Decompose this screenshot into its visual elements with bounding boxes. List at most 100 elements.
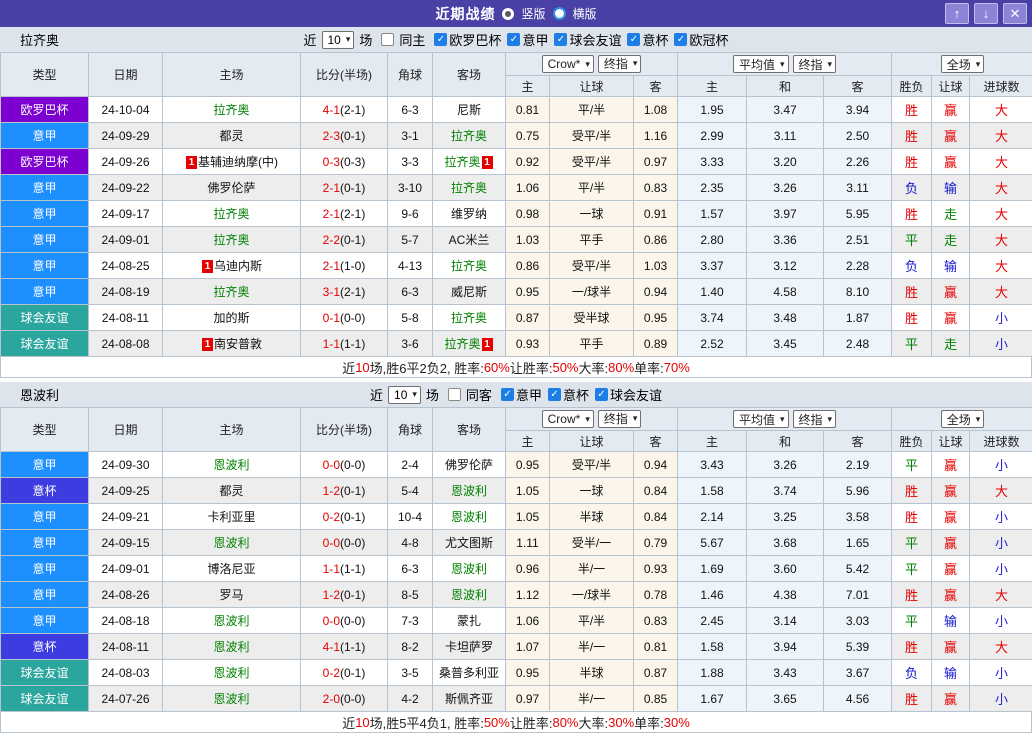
- handicap-line: 平/半: [550, 97, 634, 123]
- league-checkbox[interactable]: ✓: [627, 33, 640, 46]
- away-team-cell: 斯佩齐亚: [433, 686, 506, 712]
- corner-cell: 4-8: [388, 530, 433, 556]
- score-cell: 0-1(0-0): [301, 305, 388, 331]
- league-checkbox[interactable]: ✓: [548, 388, 561, 401]
- header-select[interactable]: 平均值 ▾: [733, 410, 789, 428]
- column-header: 让球: [932, 431, 970, 452]
- vertical-layout-label[interactable]: 竖版: [521, 5, 545, 22]
- header-select[interactable]: 平均值▾: [733, 55, 789, 73]
- column-header: 主: [678, 431, 747, 452]
- handicap-line: 一/球半: [550, 279, 634, 305]
- summary-text: 单率:: [634, 358, 664, 377]
- league-checkbox[interactable]: ✓: [434, 33, 447, 46]
- match-type-cell: 欧罗巴杯: [1, 97, 89, 123]
- home-team-cell: 恩波利: [163, 452, 301, 478]
- avg-odds-away: 5.95: [824, 201, 892, 227]
- arrow-up-icon[interactable]: ↑: [945, 3, 969, 24]
- header-select[interactable]: 终指▾: [598, 55, 642, 73]
- chevron-down-icon: ▾: [412, 389, 417, 400]
- result-outcome: 胜: [892, 686, 932, 712]
- same-venue-label[interactable]: 同客: [466, 385, 492, 404]
- close-icon[interactable]: ✕: [1003, 3, 1027, 24]
- league-checkbox[interactable]: ✓: [501, 388, 514, 401]
- match-type-cell: 意甲: [1, 227, 89, 253]
- handicap-odds-away: 0.84: [634, 504, 678, 530]
- header-select[interactable]: 终指▾: [598, 410, 642, 428]
- recent-count-select[interactable]: 10▾: [388, 386, 421, 404]
- handicap-odds-home: 0.95: [506, 452, 550, 478]
- score-cell: 1-1(1-1): [301, 331, 388, 357]
- result-handicap: 赢: [932, 582, 970, 608]
- league-checkbox[interactable]: ✓: [507, 33, 520, 46]
- filter-controls: 近 10▾ 场 同主 ✓欧罗巴杯✓意甲✓球会友谊✓意杯✓欧冠杯: [303, 30, 728, 49]
- horizontal-layout-label[interactable]: 横版: [573, 5, 597, 22]
- same-venue-label[interactable]: 同主: [399, 30, 425, 49]
- same-venue-checkbox[interactable]: [381, 33, 394, 46]
- home-team-cell: 1基辅迪纳摩(中): [163, 149, 301, 175]
- result-outcome: 胜: [892, 123, 932, 149]
- same-venue-checkbox[interactable]: [448, 388, 461, 401]
- away-team-name: 尤文图斯: [445, 536, 493, 550]
- date-cell: 24-09-01: [89, 227, 163, 253]
- league-checkbox-label[interactable]: 意甲: [516, 385, 542, 404]
- full-time-score: 2-1: [323, 259, 340, 273]
- avg-odds-home: 3.37: [678, 253, 747, 279]
- league-checkbox[interactable]: ✓: [674, 33, 687, 46]
- result-goals: 大: [970, 227, 1032, 253]
- handicap-odds-away: 0.94: [634, 452, 678, 478]
- match-row: 意甲24-08-19拉齐奥3-1(2-1)6-3威尼斯0.95一/球半0.941…: [1, 279, 1032, 305]
- header-dropdown-group: Crow*▾终指▾: [506, 53, 678, 76]
- date-cell: 24-08-11: [89, 305, 163, 331]
- league-checkbox-label[interactable]: 意杯: [563, 385, 589, 404]
- header-select-value: 平均值: [739, 411, 775, 428]
- league-checkbox[interactable]: ✓: [554, 33, 567, 46]
- vertical-layout-radio[interactable]: [502, 8, 514, 20]
- summary-text: 大率:: [579, 713, 609, 732]
- home-team-cell: 加的斯: [163, 305, 301, 331]
- home-team-cell: 都灵: [163, 123, 301, 149]
- summary-text: 30%: [608, 715, 634, 730]
- league-checkbox-label[interactable]: 欧罗巴杯: [449, 30, 501, 49]
- arrow-down-icon[interactable]: ↓: [974, 3, 998, 24]
- league-checkbox[interactable]: ✓: [595, 388, 608, 401]
- column-header: 客: [824, 431, 892, 452]
- recent-count-select[interactable]: 10▾: [322, 31, 355, 49]
- handicap-odds-away: 0.91: [634, 201, 678, 227]
- handicap-line: 一/球半: [550, 582, 634, 608]
- full-time-score: 2-1: [323, 181, 340, 195]
- chevron-down-icon: ▾: [780, 414, 785, 425]
- corner-cell: 10-4: [388, 504, 433, 530]
- league-checkbox-label[interactable]: 欧冠杯: [689, 30, 728, 49]
- match-type-cell: 意杯: [1, 478, 89, 504]
- full-time-score: 2-2: [323, 233, 340, 247]
- avg-odds-away: 1.65: [824, 530, 892, 556]
- match-row: 球会友谊24-08-11加的斯0-1(0-0)5-8拉齐奥0.87受半球0.95…: [1, 305, 1032, 331]
- match-type-cell: 意甲: [1, 253, 89, 279]
- away-team-cell: 拉齐奥: [433, 123, 506, 149]
- away-team-cell: 维罗纳: [433, 201, 506, 227]
- date-cell: 24-08-18: [89, 608, 163, 634]
- handicap-odds-home: 1.12: [506, 582, 550, 608]
- header-select[interactable]: 终指▾: [793, 410, 837, 428]
- avg-odds-home: 1.67: [678, 686, 747, 712]
- league-checkbox-label[interactable]: 球会友谊: [610, 385, 662, 404]
- header-select[interactable]: 全场▾: [941, 410, 985, 428]
- avg-odds-draw: 3.74: [747, 478, 824, 504]
- handicap-odds-home: 1.11: [506, 530, 550, 556]
- full-time-score: 0-0: [323, 536, 340, 550]
- avg-odds-home: 1.46: [678, 582, 747, 608]
- league-checkbox-label[interactable]: 意甲: [522, 30, 548, 49]
- score-cell: 1-1(1-1): [301, 556, 388, 582]
- header-select[interactable]: Crow*▾: [542, 410, 594, 428]
- header-select[interactable]: Crow*▾: [542, 55, 594, 73]
- result-goals: 小: [970, 452, 1032, 478]
- handicap-odds-home: 1.05: [506, 504, 550, 530]
- horizontal-layout-radio[interactable]: [553, 7, 566, 20]
- result-handicap: 走: [932, 227, 970, 253]
- handicap-odds-home: 0.75: [506, 123, 550, 149]
- league-checkbox-label[interactable]: 球会友谊: [569, 30, 621, 49]
- league-checkbox-label[interactable]: 意杯: [642, 30, 668, 49]
- avg-odds-away: 8.10: [824, 279, 892, 305]
- header-select[interactable]: 终指▾: [793, 55, 837, 73]
- header-select[interactable]: 全场▾: [941, 55, 985, 73]
